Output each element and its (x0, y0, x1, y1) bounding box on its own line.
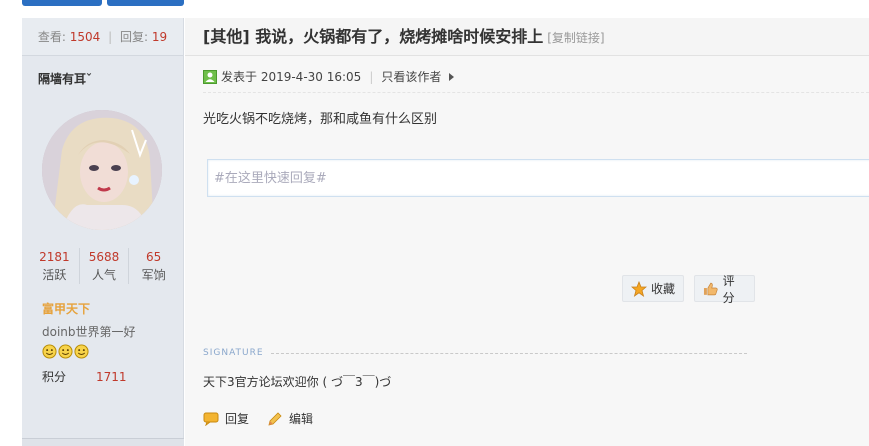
stat-label: 人气 (92, 268, 117, 282)
author-sidebar: 查看: 1504 | 回复: 19 隔墙有耳ˇ 2181 活跃 5688 人气 (22, 18, 184, 446)
star-icon (631, 280, 647, 297)
author-online-icon (203, 69, 217, 84)
speech-bubble-icon (203, 412, 219, 426)
author-name[interactable]: 隔墙有耳ˇ (38, 70, 92, 87)
quick-reply-input[interactable] (208, 160, 869, 196)
signature-label: SIGNATURE (203, 348, 264, 358)
top-nav-button-1[interactable] (22, 0, 102, 6)
stat-pay[interactable]: 65 军饷 (129, 248, 178, 284)
signature-text: 天下3官方论坛欢迎你 ( づ￣3￣)づ (203, 375, 392, 389)
pencil-icon (268, 411, 282, 426)
stat-value: 2181 (39, 250, 70, 264)
post-title: [其他] 我说，火锅都有了，烧烤摊啥时候安排上 (203, 27, 544, 46)
smiley-icon[interactable] (42, 344, 57, 359)
stat-label: 活跃 (42, 268, 67, 282)
stat-popularity[interactable]: 5688 人气 (80, 248, 130, 284)
post-main: [其他] 我说，火锅都有了，烧烤摊啥时候安排上 [复制链接] 发表于 2019-4… (185, 18, 869, 446)
stat-value: 65 (146, 250, 162, 264)
edit-label: 编辑 (289, 412, 314, 426)
replies-label: 回复: (119, 30, 149, 44)
rate-button[interactable]: 评分 (694, 274, 755, 305)
meta-divider (203, 92, 869, 93)
replies-count: 19 (151, 30, 168, 44)
copy-link-button[interactable]: [复制链接] (547, 31, 604, 45)
user-score: 积分 1711 (42, 368, 127, 385)
views-count: 1504 (69, 30, 101, 44)
reply-button[interactable]: 回复 (203, 410, 249, 427)
caret-right-icon (449, 72, 455, 81)
only-author-link[interactable]: 只看该作者 (381, 68, 441, 85)
favorite-button[interactable]: 收藏 (622, 275, 684, 302)
user-rank[interactable]: 富甲天下 (42, 300, 90, 317)
rate-label: 评分 (722, 273, 735, 305)
post-meta: 发表于 2019-4-30 16:05 | 只看该作者 (203, 68, 455, 85)
post-date: 发表于 2019-4-30 16:05 (221, 70, 362, 84)
avatar[interactable] (42, 110, 162, 230)
thread-stats: 查看: 1504 | 回复: 19 (22, 18, 183, 56)
smiley-icon[interactable] (74, 344, 89, 359)
stat-value: 5688 (88, 250, 120, 264)
user-motto: doinb世界第一好 (42, 325, 136, 339)
stat-active[interactable]: 2181 活跃 (30, 248, 80, 284)
reply-label: 回复 (225, 412, 250, 426)
edit-button[interactable]: 编辑 (267, 410, 313, 427)
sidebar-divider (22, 438, 184, 446)
smiley-icon[interactable] (58, 344, 73, 359)
author-stats: 2181 活跃 5688 人气 65 军饷 (30, 248, 178, 284)
stat-label: 军饷 (141, 268, 166, 282)
post-title-row: [其他] 我说，火锅都有了，烧烤摊啥时候安排上 [复制链接] (185, 18, 869, 56)
signature-divider (271, 353, 747, 354)
thumbs-up-icon (703, 282, 718, 295)
favorite-label: 收藏 (651, 282, 676, 296)
medal-list (42, 344, 89, 359)
quick-reply-box[interactable] (207, 159, 869, 197)
views-label: 查看: (37, 30, 66, 44)
post-content: 光吃火锅不吃烧烤，那和咸鱼有什么区别 (203, 112, 438, 127)
score-value: 1711 (96, 370, 127, 384)
score-label: 积分 (42, 370, 67, 384)
top-nav-button-2[interactable] (107, 0, 184, 6)
post-actions: 回复 编辑 (203, 410, 331, 427)
